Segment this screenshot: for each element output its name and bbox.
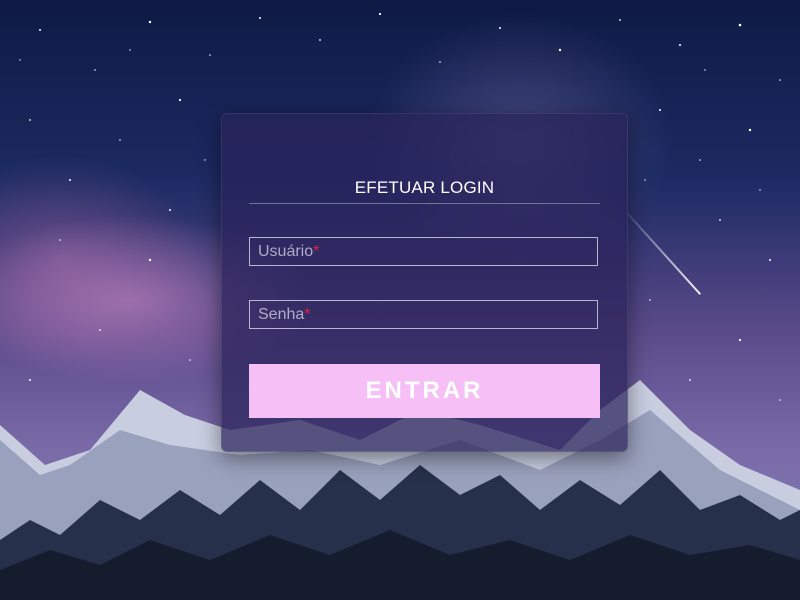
login-title: EFETUAR LOGIN — [354, 178, 495, 197]
login-submit-button[interactable]: ENTRAR — [249, 364, 600, 418]
required-marker: * — [304, 306, 311, 323]
title-divider — [249, 203, 600, 204]
password-field[interactable]: Senha* — [249, 300, 598, 329]
required-marker: * — [313, 243, 320, 260]
username-field[interactable]: Usuário* — [249, 237, 598, 266]
login-card: EFETUAR LOGIN Usuário* Senha* ENTRAR — [221, 113, 628, 452]
password-placeholder: Senha* — [258, 306, 311, 323]
username-placeholder: Usuário* — [258, 243, 320, 260]
